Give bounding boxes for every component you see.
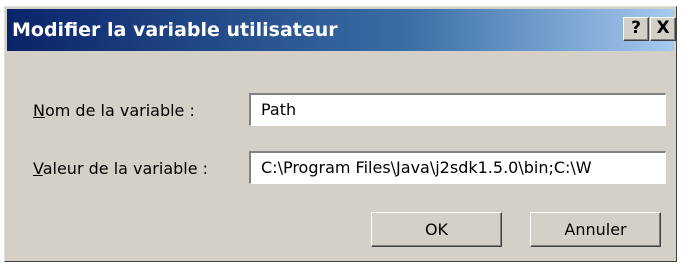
help-button[interactable]: ?: [623, 17, 649, 41]
variable-value-label: Valeur de la variable :: [33, 159, 208, 178]
title-bar[interactable]: Modifier la variable utilisateur ? X: [7, 9, 676, 51]
variable-value-label-text: aleur de la variable :: [42, 159, 209, 178]
variable-name-label-accelerator: N: [33, 101, 45, 120]
variable-value-label-accelerator: V: [33, 159, 43, 178]
variable-name-label: Nom de la variable :: [33, 101, 195, 120]
ok-button[interactable]: OK: [371, 212, 502, 247]
cancel-button[interactable]: Annuler: [530, 212, 661, 247]
close-button[interactable]: X: [650, 17, 676, 41]
variable-value-input[interactable]: C:\Program Files\Java\j2sdk1.5.0\bin;C:\…: [249, 151, 666, 184]
window-title: Modifier la variable utilisateur: [12, 19, 338, 41]
variable-name-input[interactable]: Path: [249, 93, 666, 126]
edit-user-variable-dialog: Modifier la variable utilisateur ? X Nom…: [4, 6, 677, 262]
variable-name-label-text: om de la variable :: [44, 101, 195, 120]
